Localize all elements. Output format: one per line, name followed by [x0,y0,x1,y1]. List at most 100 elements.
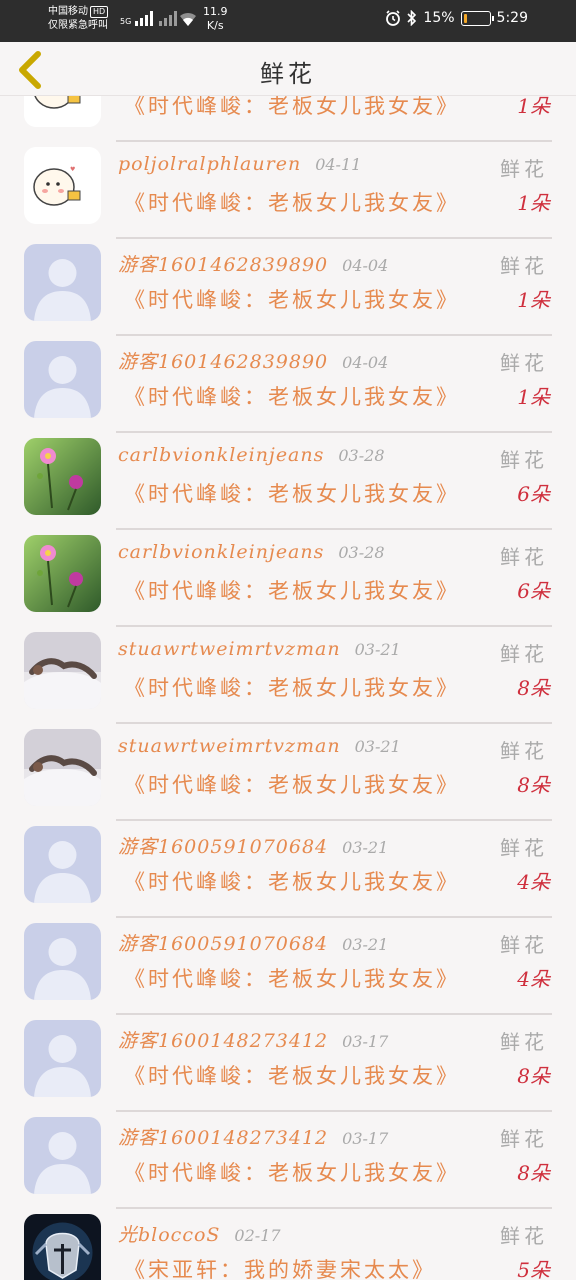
avatar[interactable]: ♥ [24,147,101,224]
list-item[interactable]: ♥ 鲜花 《时代峰峻：老板女儿我女友》 1朵 [0,96,576,142]
gift-count: 6朵 [517,579,550,603]
book-title[interactable]: 《时代峰峻：老板女儿我女友》 [124,478,460,508]
book-title[interactable]: 《时代峰峻：老板女儿我女友》 [124,769,460,799]
gift-date: 03-17 [342,1129,389,1148]
gift-type: 鲜花 [500,157,548,181]
gift-type: 鲜花 [500,836,548,860]
bluetooth-icon [407,10,417,26]
gift-count: 8朵 [517,1064,550,1088]
gift-type: 鲜花 [500,1127,548,1151]
list-item[interactable]: 游客1600148273412 03-17 鲜花 《时代峰峻：老板女儿我女友》 … [0,1097,576,1209]
user-name[interactable]: carlbvionkleinjeans [118,541,324,563]
gift-count: 5朵 [517,1258,550,1280]
gift-count: 1朵 [517,385,550,409]
book-title[interactable]: 《时代峰峻：老板女儿我女友》 [124,866,460,896]
book-title[interactable]: 《时代峰峻：老板女儿我女友》 [124,284,460,314]
list-item[interactable]: carlbvionkleinjeans 03-28 鲜花 《时代峰峻：老板女儿我… [0,515,576,627]
network-speed: 11.9 K/s [203,5,228,32]
avatar[interactable] [24,1214,101,1280]
gift-record-list[interactable]: ♥ 鲜花 《时代峰峻：老板女儿我女友》 1朵 ♥ poljolralphlaur… [0,96,576,1280]
gift-type: 鲜花 [500,933,548,957]
gift-date: 03-28 [338,446,385,465]
gift-date: 03-21 [342,935,389,954]
user-line: 光bloccoS 02-17 [118,1220,281,1246]
gift-count: 6朵 [517,482,550,506]
network-type: 5G [120,17,132,26]
gift-type: 鲜花 [500,1224,548,1248]
user-line: poljolralphlauren 04-11 [118,153,361,179]
cartoon-sticker-icon: ♥ [24,96,101,127]
alarm-icon [386,10,401,26]
list-item[interactable]: 游客1600591070684 03-21 鲜花 《时代峰峻：老板女儿我女友》 … [0,806,576,918]
book-title[interactable]: 《时代峰峻：老板女儿我女友》 [124,963,460,993]
user-name[interactable]: 游客1600148273412 [118,1026,328,1053]
gift-date: 04-04 [342,353,389,372]
list-item[interactable]: 游客1600591070684 03-21 鲜花 《时代峰峻：老板女儿我女友》 … [0,903,576,1015]
carrier-name: 中国移动 [48,6,88,17]
gift-type: 鲜花 [500,739,548,763]
carrier-info: 中国移动 HD 仅限紧急呼叫 [48,5,109,33]
snow-scene-icon [24,729,101,806]
armor-knight-icon [24,1214,101,1280]
list-item[interactable]: carlbvionkleinjeans 03-28 鲜花 《时代峰峻：老板女儿我… [0,418,576,530]
user-name[interactable]: 光bloccoS [118,1220,220,1247]
battery-percent: 15% [423,10,455,26]
gift-date: 02-17 [234,1226,281,1245]
user-name[interactable]: 游客1601462839890 [118,347,328,374]
battery-icon [460,10,494,26]
user-line: carlbvionkleinjeans 03-28 [118,541,385,567]
avatar[interactable]: ♥ [24,96,101,127]
app-header: 鲜花 [0,42,576,96]
book-title[interactable]: 《宋亚轩：我的娇妻宋太太》 [124,1254,436,1280]
list-item[interactable]: stuawrtweimrtvzman 03-21 鲜花 《时代峰峻：老板女儿我女… [0,612,576,724]
list-item[interactable]: stuawrtweimrtvzman 03-21 鲜花 《时代峰峻：老板女儿我女… [0,709,576,821]
user-line: 游客1600148273412 03-17 [118,1123,388,1149]
flower-photo-icon [24,438,101,515]
avatar[interactable] [24,535,101,612]
book-title[interactable]: 《时代峰峻：老板女儿我女友》 [124,381,460,411]
default-avatar-icon [24,244,101,321]
user-name[interactable]: carlbvionkleinjeans [118,444,324,466]
list-item[interactable]: ♥ poljolralphlauren 04-11 鲜花 《时代峰峻：老板女儿我… [0,127,576,239]
avatar[interactable] [24,729,101,806]
user-name[interactable]: stuawrtweimrtvzman [118,638,341,660]
book-title[interactable]: 《时代峰峻：老板女儿我女友》 [124,575,460,605]
user-name[interactable]: 游客1600148273412 [118,1123,328,1150]
list-item[interactable]: 光bloccoS 02-17 鲜花 《宋亚轩：我的娇妻宋太太》 5朵 [0,1194,576,1280]
status-bar: 中国移动 HD 仅限紧急呼叫 5G 11.9 K/s 15% 5:29 [0,0,576,42]
gift-count: 1朵 [517,96,550,118]
wifi-icon [180,12,196,26]
avatar[interactable] [24,826,101,903]
emergency-only-text: 仅限紧急呼叫 [48,20,108,31]
book-title[interactable]: 《时代峰峻：老板女儿我女友》 [124,96,460,120]
user-line: 游客1600591070684 03-21 [118,929,388,955]
user-name[interactable]: stuawrtweimrtvzman [118,735,341,757]
book-title[interactable]: 《时代峰峻：老板女儿我女友》 [124,1060,460,1090]
status-right: 15% 5:29 [385,10,528,26]
avatar[interactable] [24,438,101,515]
gift-type: 鲜花 [500,1030,548,1054]
user-name[interactable]: 游客1600591070684 [118,929,328,956]
avatar[interactable] [24,341,101,418]
user-line: 游客1601462839890 04-04 [118,250,388,276]
avatar[interactable] [24,632,101,709]
gift-count: 8朵 [517,1161,550,1185]
avatar[interactable] [24,923,101,1000]
gift-type: 鲜花 [500,545,548,569]
avatar[interactable] [24,244,101,321]
list-item[interactable]: 游客1600148273412 03-17 鲜花 《时代峰峻：老板女儿我女友》 … [0,1000,576,1112]
book-title[interactable]: 《时代峰峻：老板女儿我女友》 [124,187,460,217]
user-name[interactable]: 游客1601462839890 [118,250,328,277]
user-line: 游客1601462839890 04-04 [118,347,388,373]
avatar[interactable] [24,1117,101,1194]
user-name[interactable]: poljolralphlauren [118,153,301,175]
cartoon-sticker-icon: ♥ [24,147,101,224]
user-name[interactable]: 游客1600591070684 [118,832,328,859]
book-title[interactable]: 《时代峰峻：老板女儿我女友》 [124,672,460,702]
gift-count: 8朵 [517,773,550,797]
gift-type: 鲜花 [500,642,548,666]
book-title[interactable]: 《时代峰峻：老板女儿我女友》 [124,1157,460,1187]
list-item[interactable]: 游客1601462839890 04-04 鲜花 《时代峰峻：老板女儿我女友》 … [0,224,576,336]
avatar[interactable] [24,1020,101,1097]
list-item[interactable]: 游客1601462839890 04-04 鲜花 《时代峰峻：老板女儿我女友》 … [0,321,576,433]
